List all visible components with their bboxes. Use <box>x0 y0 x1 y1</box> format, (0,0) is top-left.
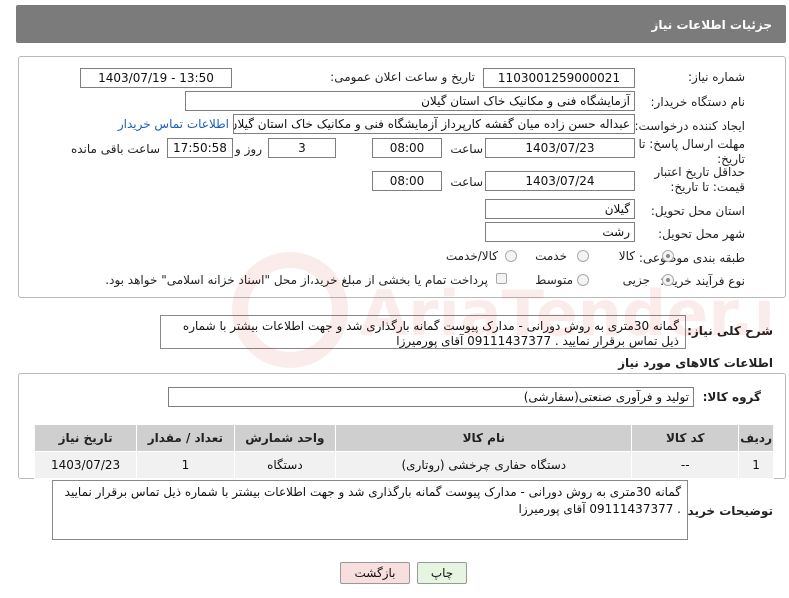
province-label: استان محل تحویل: <box>650 204 745 218</box>
category-radio-goods-service[interactable] <box>505 250 517 262</box>
validity-time-field: 08:00 <box>372 171 442 191</box>
goods-table: ردیف کد کالا نام کالا واحد شمارش تعداد /… <box>33 424 774 479</box>
page-title: جزئیات اطلاعات نیاز <box>651 18 772 32</box>
goods-group-field: تولید و فرآوری صنعتی(سفارشی) <box>168 387 694 407</box>
remaining-label: ساعت باقی مانده <box>70 142 160 156</box>
back-button[interactable]: بازگشت <box>340 562 410 584</box>
table-row: 1 -- دستگاه حفاری چرخشی (روتاری) دستگاه … <box>33 451 774 479</box>
goods-group-label: گروه کالا: <box>702 390 761 404</box>
cell-row-number: 1 <box>738 451 774 479</box>
category-option-goods: کالا <box>618 249 635 263</box>
description-label: شرح کلی نیاز: <box>687 324 773 338</box>
cell-item-name: دستگاه حفاری چرخشی (روتاری) <box>335 451 633 479</box>
table-header-row: ردیف کد کالا نام کالا واحد شمارش تعداد /… <box>33 424 774 452</box>
print-button[interactable]: چاپ <box>417 562 467 584</box>
col-unit: واحد شمارش <box>233 424 337 452</box>
category-radio-service[interactable] <box>577 250 589 262</box>
purchase-option-medium: متوسط <box>535 273 573 287</box>
col-item-code: کد کالا <box>631 424 740 452</box>
description-text: گمانه 30متری به روش دورانی - مدارک پیوست… <box>160 315 686 349</box>
city-field: رشت <box>485 222 635 242</box>
cell-unit: دستگاه <box>233 451 337 479</box>
col-row-number: ردیف <box>738 424 774 452</box>
category-label: طبقه بندی موضوعی: <box>638 251 745 265</box>
buyer-notes-text: گمانه 30متری به روش دورانی - مدارک پیوست… <box>52 480 688 540</box>
validity-date-field: 1403/07/24 <box>485 171 635 191</box>
category-option-service: خدمت <box>535 249 567 263</box>
col-quantity: تعداد / مقدار <box>136 424 235 452</box>
need-number-field: 1103001259000021 <box>483 68 635 88</box>
validity-label: حداقل تاریخ اعتبار قیمت: تا تاریخ: <box>654 165 745 194</box>
goods-section-title: اطلاعات کالاهای مورد نیاز <box>618 356 773 370</box>
treasury-payment-checkbox[interactable] <box>496 273 507 284</box>
purchase-radio-medium[interactable] <box>577 274 589 286</box>
announce-datetime-label: تاریخ و ساعت اعلان عمومی: <box>330 70 475 84</box>
purchase-option-minor: جزیی <box>622 273 650 287</box>
deadline-time-field: 08:00 <box>372 138 442 158</box>
deadline-time-label: ساعت <box>450 142 483 156</box>
cell-need-date: 1403/07/23 <box>33 451 138 479</box>
requester-field: عبداله حسن زاده میان گفشه کارپرداز آزمای… <box>233 114 635 134</box>
cell-item-code: -- <box>631 451 740 479</box>
category-option-goods-service: کالا/خدمت <box>445 249 498 263</box>
purchase-radio-minor[interactable] <box>662 274 674 286</box>
deadline-date-field: 1403/07/23 <box>485 138 635 158</box>
remaining-time-field: 17:50:58 <box>167 138 233 158</box>
treasury-payment-note: پرداخت تمام یا بخشی از مبلغ خرید،از محل … <box>105 273 488 287</box>
buyer-org-label: نام دستگاه خریدار: <box>650 95 746 109</box>
buyer-contact-link[interactable]: اطلاعات تماس خریدار <box>118 117 229 131</box>
requester-label: ایجاد کننده درخواست: <box>634 119 745 133</box>
col-need-date: تاریخ نیاز <box>33 424 138 452</box>
days-label: روز و <box>235 142 262 156</box>
validity-time-label: ساعت <box>450 175 483 189</box>
city-label: شهر محل تحویل: <box>658 227 745 241</box>
col-item-name: نام کالا <box>335 424 633 452</box>
buyer-org-field: آزمایشگاه فنی و مکانیک خاک استان گیلان <box>185 91 635 111</box>
page-header: جزئیات اطلاعات نیاز <box>16 5 786 43</box>
need-number-label: شماره نیاز: <box>688 70 745 84</box>
announce-datetime-field: 1403/07/19 - 13:50 <box>80 68 232 88</box>
days-field: 3 <box>268 138 336 158</box>
deadline-label: مهلت ارسال پاسخ: تا تاریخ: <box>638 137 745 166</box>
province-field: گیلان <box>485 199 635 219</box>
cell-quantity: 1 <box>136 451 235 479</box>
category-radio-goods[interactable] <box>662 250 674 262</box>
